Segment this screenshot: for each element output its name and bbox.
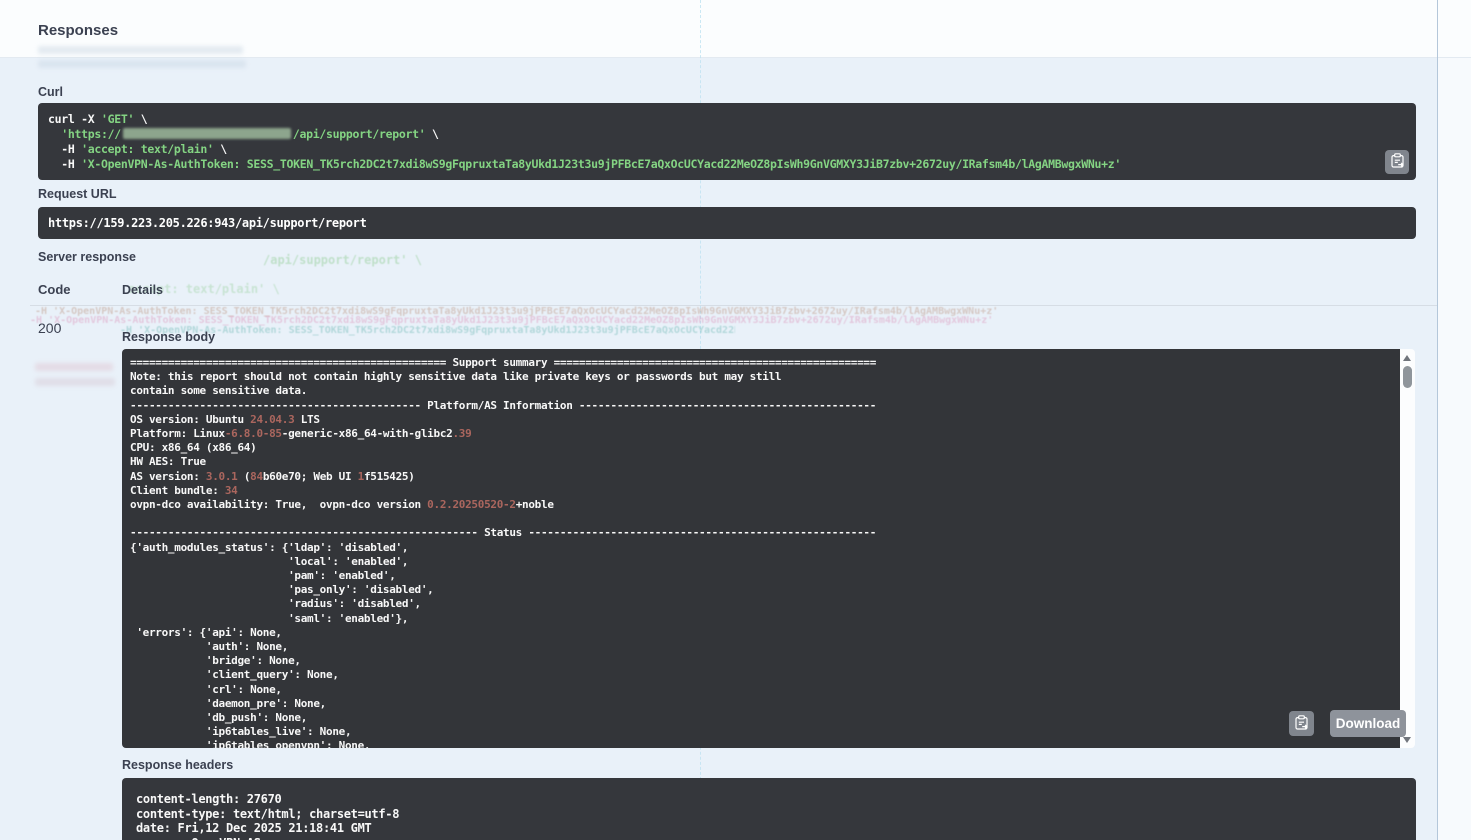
- request-url-value: https://159.223.205.226:943/api/support/…: [38, 207, 1416, 240]
- ghost-artifact: [38, 46, 243, 54]
- response-headers-text: content-length: 27670content-type: text/…: [122, 778, 1416, 840]
- responses-section-title: Responses: [38, 22, 118, 39]
- table-header-divider: [30, 305, 1437, 306]
- ghost-artifact: /api/support/report' \: [263, 253, 422, 267]
- curl-code-block: curl -X 'GET' \ 'https:///api/support/re…: [38, 103, 1416, 180]
- details-column-header: Details: [122, 283, 163, 297]
- response-body-scrollbar[interactable]: [1400, 349, 1415, 748]
- response-headers-block: content-length: 27670content-type: text/…: [122, 778, 1416, 840]
- download-button[interactable]: Download: [1330, 710, 1406, 737]
- response-headers-label: Response headers: [122, 758, 233, 772]
- request-url-label: Request URL: [38, 187, 116, 201]
- response-body-text: ========================================…: [122, 349, 1400, 748]
- ghost-artifact: [35, 378, 115, 386]
- scrollbar-thumb[interactable]: [1403, 366, 1412, 388]
- curl-label: Curl: [38, 85, 63, 99]
- clipboard-icon: [1391, 153, 1404, 171]
- ghost-artifact: -H 'X-OpenVPN-As-AuthToken: SESS_TOKEN_T…: [30, 315, 1435, 326]
- response-body-label: Response body: [122, 330, 215, 344]
- code-column-header: Code: [38, 282, 71, 297]
- ghost-artifact: -H 'X-OpenVPN-As-AuthToken: SESS_TOKEN_T…: [35, 306, 1435, 317]
- request-url-block: https://159.223.205.226:943/api/support/…: [38, 207, 1416, 239]
- clipboard-icon: [1295, 715, 1308, 733]
- response-body-scroll-region[interactable]: ========================================…: [122, 349, 1400, 748]
- response-body-area: ========================================…: [122, 349, 1415, 748]
- scrollbar-down-arrow-icon[interactable]: [1403, 737, 1411, 743]
- copy-response-body-button[interactable]: [1289, 711, 1314, 736]
- ghost-artifact: [35, 363, 113, 371]
- copy-curl-button[interactable]: [1385, 150, 1409, 174]
- responses-panel: Responses /api/support/report' \ accept:…: [0, 0, 1471, 840]
- status-code: 200: [38, 320, 61, 336]
- curl-command-text: curl -X 'GET' \ 'https:///api/support/re…: [38, 103, 1416, 181]
- server-response-label: Server response: [38, 250, 136, 264]
- scrollbar-up-arrow-icon[interactable]: [1403, 355, 1411, 361]
- ghost-artifact: [38, 60, 246, 68]
